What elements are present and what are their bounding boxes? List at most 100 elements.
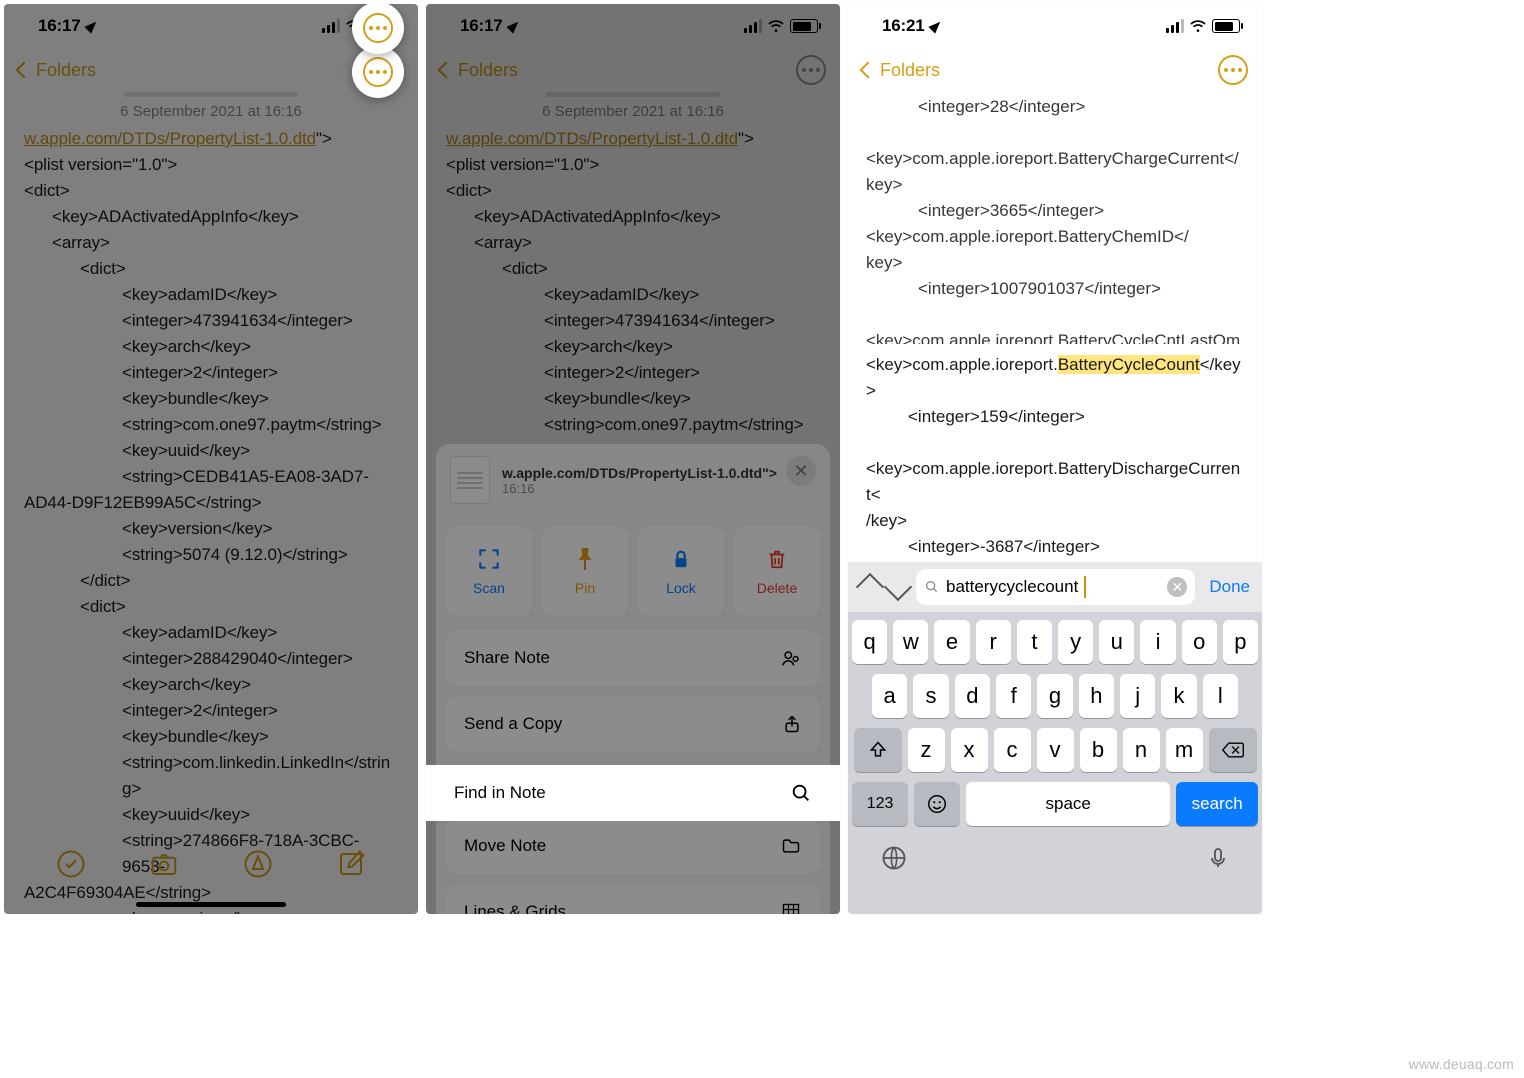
key-o[interactable]: o xyxy=(1182,620,1217,664)
checklist-icon[interactable] xyxy=(56,849,86,879)
more-button[interactable] xyxy=(1218,55,1248,85)
pin-button[interactable]: Pin xyxy=(542,526,628,616)
lines-grids-item[interactable]: Lines & Grids xyxy=(446,884,820,914)
pin-icon xyxy=(574,546,596,572)
close-button[interactable]: ✕ xyxy=(786,456,816,486)
location-icon xyxy=(507,18,522,33)
markup-icon[interactable] xyxy=(243,849,273,879)
done-button[interactable]: Done xyxy=(1209,577,1250,597)
key-i[interactable]: i xyxy=(1140,620,1175,664)
globe-icon[interactable] xyxy=(880,844,908,872)
screenshot-1: 16:17 Folders 6 September 2021 at 16:16 … xyxy=(4,4,418,914)
key-g[interactable]: g xyxy=(1037,674,1072,718)
back-button[interactable]: Folders xyxy=(440,60,518,81)
text-caret xyxy=(1084,576,1086,598)
key-v[interactable]: v xyxy=(1037,728,1074,772)
key-n[interactable]: n xyxy=(1123,728,1160,772)
key-shift[interactable] xyxy=(854,728,902,772)
find-bar: batterycyclecount ✕ Done xyxy=(848,562,1262,612)
key-search[interactable]: search xyxy=(1176,782,1258,826)
keyboard-row-3: z x c v b n m xyxy=(852,728,1258,772)
screenshot-3: 16:21 Folders <integer>28</integer> <key… xyxy=(848,4,1262,914)
key-l[interactable]: l xyxy=(1203,674,1238,718)
cellular-icon xyxy=(1166,19,1184,33)
lock-button[interactable]: Lock xyxy=(638,526,724,616)
search-icon xyxy=(924,579,940,595)
key-k[interactable]: k xyxy=(1161,674,1196,718)
key-j[interactable]: j xyxy=(1120,674,1155,718)
key-y[interactable]: y xyxy=(1058,620,1093,664)
more-button[interactable] xyxy=(796,55,826,85)
share-up-icon xyxy=(782,713,802,735)
prev-match-button[interactable] xyxy=(856,573,884,601)
find-in-note-item[interactable]: Find in Note xyxy=(426,765,840,821)
compose-icon[interactable] xyxy=(336,849,366,879)
key-d[interactable]: d xyxy=(955,674,990,718)
key-emoji[interactable] xyxy=(914,782,960,826)
key-a[interactable]: a xyxy=(872,674,907,718)
status-time: 16:17 xyxy=(38,16,80,36)
key-s[interactable]: s xyxy=(913,674,948,718)
key-123[interactable]: 123 xyxy=(852,782,908,826)
key-u[interactable]: u xyxy=(1099,620,1134,664)
chevron-left-icon xyxy=(16,62,33,79)
note-link: w.apple.com/DTDs/PropertyList-1.0.dtd xyxy=(446,129,738,148)
more-button-highlighted[interactable] xyxy=(352,4,404,54)
key-space[interactable]: space xyxy=(966,782,1170,826)
keyboard-row-2: a s d f g h j k l xyxy=(852,674,1258,718)
key-r[interactable]: r xyxy=(976,620,1011,664)
key-p[interactable]: p xyxy=(1223,620,1258,664)
key-f[interactable]: f xyxy=(996,674,1031,718)
back-button[interactable]: Folders xyxy=(18,60,96,81)
key-c[interactable]: c xyxy=(994,728,1031,772)
home-indicator[interactable] xyxy=(136,902,286,907)
sheet-header: w.apple.com/DTDs/PropertyList-1.0.dtd"> … xyxy=(436,444,830,516)
clear-search-button[interactable]: ✕ xyxy=(1167,577,1187,597)
move-note-item[interactable]: Move Note xyxy=(446,818,820,874)
keyboard-row-1: q w e r t y u i o p xyxy=(852,620,1258,664)
share-note-item[interactable]: Share Note xyxy=(446,630,820,686)
camera-icon[interactable] xyxy=(149,849,179,879)
mic-icon[interactable] xyxy=(1206,844,1230,872)
action-sheet: w.apple.com/DTDs/PropertyList-1.0.dtd"> … xyxy=(426,444,840,914)
key-h[interactable]: h xyxy=(1079,674,1114,718)
key-backspace[interactable] xyxy=(1209,728,1257,772)
note-link[interactable]: w.apple.com/DTDs/PropertyList-1.0.dtd xyxy=(24,129,316,148)
battery-icon xyxy=(1212,19,1240,33)
status-bar: 16:17 xyxy=(426,4,840,48)
title-placeholder xyxy=(546,92,720,97)
note-timestamp: 6 September 2021 at 16:16 xyxy=(4,103,418,120)
note-content: w.apple.com/DTDs/PropertyList-1.0.dtd"> … xyxy=(426,126,840,464)
location-icon xyxy=(929,18,944,33)
send-copy-item[interactable]: Send a Copy xyxy=(446,696,820,752)
search-icon xyxy=(790,782,812,804)
back-button[interactable]: Folders xyxy=(862,60,940,81)
key-e[interactable]: e xyxy=(934,620,969,664)
key-w[interactable]: w xyxy=(893,620,928,664)
nav-bar: Folders xyxy=(848,48,1262,92)
title-placeholder xyxy=(124,92,298,97)
delete-button[interactable]: Delete xyxy=(734,526,820,616)
key-z[interactable]: z xyxy=(908,728,945,772)
key-t[interactable]: t xyxy=(1017,620,1052,664)
trash-icon xyxy=(766,546,788,572)
wifi-icon xyxy=(1189,17,1207,35)
scan-icon xyxy=(476,546,502,572)
key-b[interactable]: b xyxy=(1080,728,1117,772)
note-content[interactable]: w.apple.com/DTDs/PropertyList-1.0.dtd"> … xyxy=(4,126,418,914)
back-label: Folders xyxy=(880,60,940,81)
folder-icon xyxy=(780,836,802,856)
nav-bar: Folders xyxy=(4,48,418,92)
key-x[interactable]: x xyxy=(951,728,988,772)
backspace-icon xyxy=(1221,740,1245,760)
grid-icon xyxy=(780,902,802,914)
key-m[interactable]: m xyxy=(1166,728,1203,772)
note-content-dimmed: <integer>28</integer> <key>com.apple.ior… xyxy=(848,92,1262,344)
search-input[interactable]: batterycyclecount ✕ xyxy=(916,569,1195,605)
key-q[interactable]: q xyxy=(852,620,887,664)
search-text: batterycyclecount xyxy=(946,577,1078,597)
chevron-left-icon xyxy=(438,62,455,79)
scan-button[interactable]: Scan xyxy=(446,526,532,616)
back-label: Folders xyxy=(458,60,518,81)
next-match-button[interactable] xyxy=(884,573,912,601)
